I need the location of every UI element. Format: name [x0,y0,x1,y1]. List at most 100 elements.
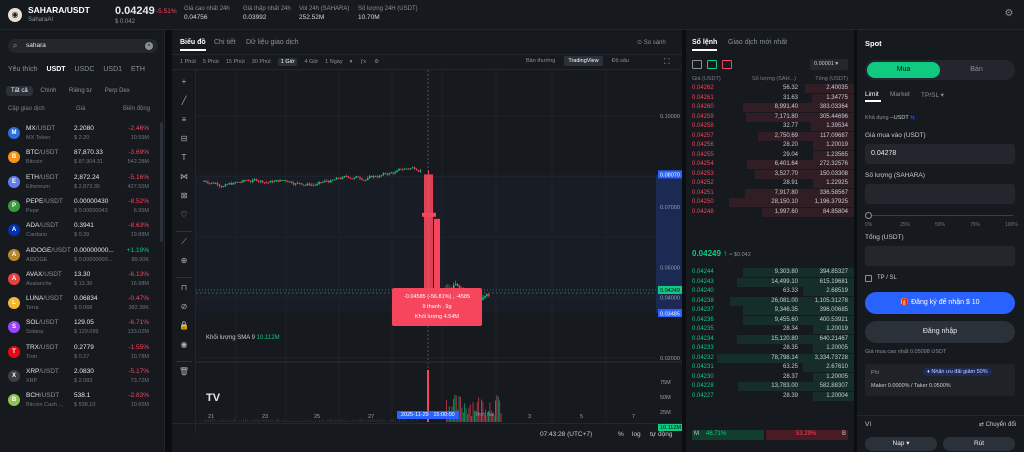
heart-icon[interactable]: ♡ [178,209,190,221]
tab-favorites[interactable]: Yêu thích [8,66,38,73]
withdraw-button[interactable]: Rút [943,437,1015,451]
tab-usdt[interactable]: USDT [47,66,66,73]
login-button[interactable]: Đăng nhập [865,321,1015,343]
market-row[interactable]: E ETH/USDT Ethereum 2,872.24 $ 2,873.35 -5.16… [0,171,165,195]
ask-row[interactable]: 0.04257 2,750.69 117.09687 [686,131,854,142]
market-row[interactable]: T TRX/USDT Tron 0.2779 $ 0.27 -1.55% 10.78M [0,341,165,365]
market-row[interactable]: A AVAX/USDT Avalanche 13.30 $ 13.30 -6.13% 16.… [0,268,165,292]
interval-option[interactable]: 5 Phút [203,59,219,65]
price-chart[interactable]: 0.10000 0.08070 0.07000 0.05000 0.04249 0.040… [196,70,682,452]
view-option[interactable]: TradingView [564,56,603,66]
register-button[interactable]: 🎁 Đăng ký để nhận $ 10 [865,292,1015,314]
crosshair-icon[interactable]: + [178,76,190,88]
ask-row[interactable]: 0.04261 31.63 1.34775 [686,93,854,104]
precision-select[interactable]: 0.00001 ▾ [810,59,848,70]
percent-toggle[interactable]: % [618,431,624,438]
ask-row[interactable]: 0.04250 28,150.10 1,196.37925 [686,198,854,208]
tpsl-checkbox[interactable] [865,275,872,282]
order-type-tpsl[interactable]: TP/SL ▾ [921,91,944,99]
compare-button[interactable]: ⊙ So sánh [637,39,666,46]
scrollbar[interactable] [160,122,163,242]
slider-handle[interactable] [865,212,872,219]
chevron-down-icon[interactable]: ▾ [350,59,353,65]
market-row[interactable]: A ADA/USDT Cardano 0.3941 $ 0.39 -8.63% 19.88M [0,219,165,243]
bid-row[interactable]: 0.04235 28.34 1.20019 [686,325,854,335]
pair-title[interactable]: SAHARA/USDT [28,5,90,15]
bid-row[interactable]: 0.04232 78,798.14 3,334.73728 [686,353,854,364]
qty-input[interactable] [865,184,1015,204]
filter-all[interactable]: Tất cả [6,86,33,96]
transfer-icon[interactable]: ⇆ [910,115,915,121]
search-input[interactable]: sahara [8,39,158,53]
tab-chart[interactable]: Biểu đồ [180,39,206,46]
interval-option[interactable]: 4 Giờ [304,59,318,65]
ask-row[interactable]: 0.04251 7,917.80 336.58567 [686,188,854,199]
ask-row[interactable]: 0.04252 28.91 1.22925 [686,179,854,189]
text-icon[interactable]: T [178,152,190,164]
indicators-icon[interactable]: ƒx [360,59,366,65]
tab-order-book[interactable]: Sổ lệnh [692,39,717,46]
market-row[interactable]: P PEPE/USDT Pepe 0.00000430 $ 0.00000043 -8.5… [0,195,165,219]
interval-option[interactable]: 1 Phút [180,59,196,65]
ruler-icon[interactable]: ⟋ [178,236,190,248]
fee-discount-badge[interactable]: ♦ Nhận ưu đãi giảm 50% [923,368,992,376]
header-price[interactable]: Giá [76,106,85,112]
market-row[interactable]: B BTC/USDT Bitcoin 87,870.33 $ 87,904.31 -3.6… [0,146,165,170]
price-input[interactable]: 0.04278 [865,144,1015,164]
tab-trade-data[interactable]: Dữ liệu giao dịch [246,39,299,46]
market-row[interactable]: X XRP/USDT XRP 2.0830 $ 2.083 -5.17% 73.72M [0,365,165,389]
ask-row[interactable]: 0.04258 32.77 1.39534 [686,122,854,132]
deposit-button[interactable]: Nạp ▾ [865,437,937,451]
ask-row[interactable]: 0.04260 8,991.40 383.03364 [686,103,854,113]
trend-line-icon[interactable]: ╱ [178,95,190,107]
total-input[interactable] [865,246,1015,266]
tab-details[interactable]: Chi tiết [214,39,236,46]
bid-row[interactable]: 0.04228 13,783.00 582.88307 [686,382,854,392]
amount-slider[interactable] [867,215,1013,216]
filter-perp-dex[interactable]: Perp Dex [100,86,135,96]
fib-icon[interactable]: ⊟ [178,133,190,145]
trash-icon[interactable]: 🗑 [178,366,190,378]
settings-icon[interactable]: ⚙ [1003,8,1015,20]
market-row[interactable]: A AIDOGE/USDT AIDOGE 0.00000000... $ 0.00000… [0,244,165,268]
tab-usd1[interactable]: USD1 [103,66,122,73]
ask-row[interactable]: 0.04262 56.32 2.40035 [686,84,854,94]
market-row[interactable]: B BCH/USDT Bitcoin Cash ... 538.1 $ 538.10 -2… [0,389,165,413]
interval-option[interactable]: 15 Phút [226,59,245,65]
market-row[interactable]: M MX/USDT MX Token 2.2080 $ 2.20 -2.46% 10.59M [0,122,165,146]
bid-row[interactable]: 0.04244 9,303.80 394.85327 [686,268,854,278]
measure-icon[interactable]: ⊠ [178,190,190,202]
bid-row[interactable]: 0.04238 26,081.00 1,105.31278 [686,296,854,307]
interval-option[interactable]: 1 Giờ [277,58,298,66]
auto-toggle[interactable]: tự động [650,431,672,438]
ask-row[interactable]: 0.04248 1,997.60 84.85804 [686,207,854,218]
ask-row[interactable]: 0.04253 3,527.70 150.03308 [686,169,854,180]
market-row[interactable]: L LUNA/USDT Terra 0.06834 $ 0.068 -0.47% 382.3… [0,292,165,316]
pattern-icon[interactable]: ⋈ [178,171,190,183]
interval-option[interactable]: 30 Phút [252,59,271,65]
bid-row[interactable]: 0.04227 28.39 1.20004 [686,391,854,402]
lock-drawing-icon[interactable]: ⊘ [178,301,190,313]
clear-search-icon[interactable]: × [145,42,153,50]
bid-row[interactable]: 0.04234 15,120.80 640.21467 [686,334,854,345]
interval-option[interactable]: 1 Ngày [325,59,342,65]
ask-row[interactable]: 0.04254 6,401.64 272.32576 [686,160,854,170]
header-change[interactable]: Biến động [123,106,150,112]
ask-row[interactable]: 0.04256 28.20 1.20019 [686,141,854,151]
order-type-market[interactable]: Market [890,91,910,98]
bid-row[interactable]: 0.04236 9,455.60 400.53921 [686,315,854,326]
horizontal-lines-icon[interactable]: ≡ [178,114,190,126]
filter-private[interactable]: Riêng tư [64,86,97,96]
tab-eth[interactable]: ETH [131,66,145,73]
fullscreen-icon[interactable]: ⛶ [664,57,670,67]
ask-row[interactable]: 0.04259 7,171.80 305.44696 [686,112,854,123]
buy-tab[interactable]: Mua [867,62,940,78]
eye-icon[interactable]: ◉ [178,339,190,351]
view-asks-icon[interactable] [722,60,732,69]
lock-icon[interactable]: 🔒 [178,320,190,332]
header-pair[interactable]: Cặp giao dịch [8,106,45,112]
bid-row[interactable]: 0.04243 14,499.10 615.19681 [686,277,854,288]
zoom-in-icon[interactable]: ⊕ [178,255,190,267]
filter-main[interactable]: Chính [35,86,61,96]
transfer-link[interactable]: ⇄ Chuyển đổi [979,421,1016,428]
